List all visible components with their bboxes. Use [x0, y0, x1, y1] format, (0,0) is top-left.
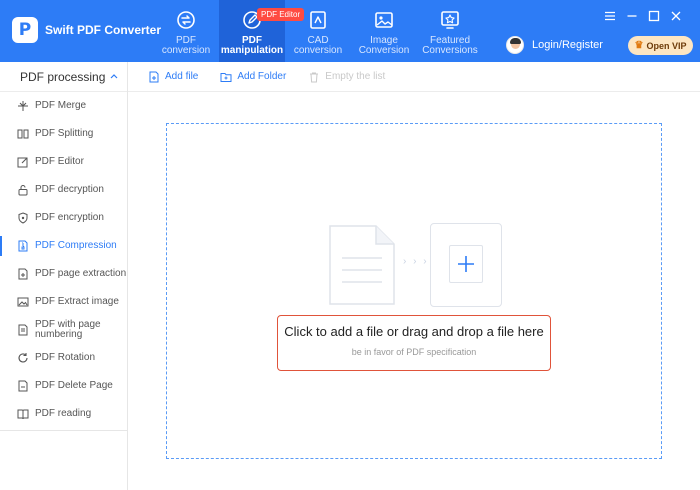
sidebar-item-pdf-extract-image[interactable]: PDF Extract image	[0, 288, 127, 316]
add-folder-label: Add Folder	[237, 71, 287, 82]
nav-label: PDF conversion	[161, 35, 211, 56]
sidebar-item-label: PDF decryption	[35, 184, 104, 195]
close-icon[interactable]	[666, 8, 686, 24]
chevron-up-icon	[110, 74, 118, 79]
add-file-icon	[149, 71, 159, 82]
trash-icon	[310, 72, 319, 82]
image-icon	[374, 10, 394, 30]
sidebar-header-label: PDF processing	[20, 69, 106, 84]
open-vip-button[interactable]: ♛ Open VIP	[628, 36, 693, 55]
maximize-icon[interactable]	[644, 8, 664, 24]
main-nav: PDF conversion PDF Editor PDF manipulati…	[153, 0, 483, 62]
nav-pdf-conversion[interactable]: PDF conversion	[153, 0, 219, 62]
compress-icon	[17, 240, 29, 252]
sidebar-item-label: PDF with page numbering	[35, 319, 101, 340]
page-number-icon	[17, 324, 29, 336]
sidebar-item-pdf-rotation[interactable]: PDF Rotation	[0, 344, 127, 372]
sidebar-item-pdf-page-numbering[interactable]: PDF with page numbering	[0, 316, 127, 344]
sidebar-item-pdf-merge[interactable]: PDF Merge	[0, 92, 127, 120]
split-icon	[17, 128, 29, 140]
unlock-icon	[17, 184, 29, 196]
plus-icon	[449, 245, 483, 283]
sidebar-item-label: PDF reading	[35, 408, 92, 419]
nav-featured-conversions[interactable]: Featured Conversions	[417, 0, 483, 62]
sidebar-item-pdf-decryption[interactable]: PDF decryption	[0, 176, 127, 204]
click-to-add-file-button[interactable]: Click to add a file or drag and drop a f…	[277, 315, 551, 371]
sidebar-item-label: PDF Splitting	[35, 128, 94, 139]
sidebar-divider	[0, 430, 127, 431]
minimize-icon[interactable]	[622, 8, 642, 24]
drop-zone-title: Click to add a file or drag and drop a f…	[284, 324, 544, 339]
sidebar: PDF processing PDF Merge PDF Splitting P…	[0, 62, 128, 490]
convert-icon	[176, 10, 196, 30]
delete-page-icon	[17, 380, 29, 392]
page-extract-icon	[17, 268, 29, 280]
sidebar-item-label: PDF Delete Page	[35, 380, 113, 391]
add-file-illustration	[430, 223, 502, 307]
sidebar-item-pdf-compression[interactable]: PDF Compression	[0, 232, 127, 260]
sidebar-header[interactable]: PDF processing	[0, 62, 127, 92]
empty-list-label: Empty the list	[325, 71, 386, 82]
merge-icon	[17, 100, 29, 112]
nav-cad-conversion[interactable]: CAD conversion	[285, 0, 351, 62]
app-logo-icon: P	[12, 17, 38, 43]
sidebar-item-label: PDF Rotation	[35, 352, 96, 363]
nav-label: PDF manipulation	[220, 35, 284, 56]
nav-pdf-manipulation[interactable]: PDF Editor PDF manipulation	[219, 0, 305, 62]
top-bar: P Swift PDF Converter PDF conversion PDF…	[0, 0, 700, 62]
sidebar-item-pdf-reading[interactable]: PDF reading	[0, 400, 127, 428]
login-register-button[interactable]: Login/Register	[506, 36, 603, 54]
drop-zone-subtitle: be in favor of PDF specification	[351, 347, 477, 357]
sidebar-item-label: PDF Compression	[35, 240, 117, 251]
sidebar-item-label: PDF Editor	[35, 156, 84, 167]
editor-icon	[17, 156, 29, 168]
image-extract-icon	[17, 296, 29, 308]
add-file-label: Add file	[165, 71, 199, 82]
menu-icon[interactable]	[600, 8, 620, 24]
star-icon	[440, 10, 460, 30]
sidebar-item-pdf-delete-page[interactable]: PDF Delete Page	[0, 372, 127, 400]
sidebar-item-pdf-page-extraction[interactable]: PDF page extraction	[0, 260, 127, 288]
brand: P Swift PDF Converter	[12, 17, 161, 43]
nav-label: CAD conversion	[293, 35, 343, 56]
nav-label: Featured Conversions	[422, 35, 478, 56]
sidebar-item-label: PDF Merge	[35, 100, 87, 111]
app-name: Swift PDF Converter	[45, 23, 162, 37]
sidebar-item-label: PDF Extract image	[35, 296, 119, 307]
add-file-button[interactable]: Add file	[148, 71, 198, 83]
nav-label: Image Conversion	[358, 35, 410, 56]
arrow-indicator: › › ›	[403, 256, 429, 267]
rotate-icon	[17, 352, 29, 364]
sidebar-item-label: PDF page extraction	[35, 268, 127, 279]
shield-icon	[17, 212, 29, 224]
sidebar-item-pdf-editor[interactable]: PDF Editor	[0, 148, 127, 176]
sidebar-item-pdf-encryption[interactable]: PDF encryption	[0, 204, 127, 232]
empty-list-button[interactable]: Empty the list	[308, 71, 385, 83]
book-icon	[17, 408, 29, 420]
nav-image-conversion[interactable]: Image Conversion	[351, 0, 417, 62]
sidebar-item-pdf-splitting[interactable]: PDF Splitting	[0, 120, 127, 148]
sidebar-item-label: PDF encryption	[35, 212, 104, 223]
toolbar: Add file Add Folder Empty the list	[128, 62, 700, 92]
cad-icon	[308, 10, 328, 30]
sidebar-list: PDF Merge PDF Splitting PDF Editor PDF d…	[0, 92, 127, 428]
avatar	[506, 36, 524, 54]
crown-icon: ♛	[634, 40, 644, 51]
document-illustration-icon	[329, 225, 395, 305]
vip-label: Open VIP	[646, 40, 687, 51]
add-folder-button[interactable]: Add Folder	[220, 71, 286, 83]
add-folder-icon	[220, 72, 232, 82]
login-label: Login/Register	[532, 39, 603, 51]
file-drop-zone[interactable]: › › › Click to add a file or drag and dr…	[166, 123, 662, 459]
window-controls	[598, 8, 686, 24]
